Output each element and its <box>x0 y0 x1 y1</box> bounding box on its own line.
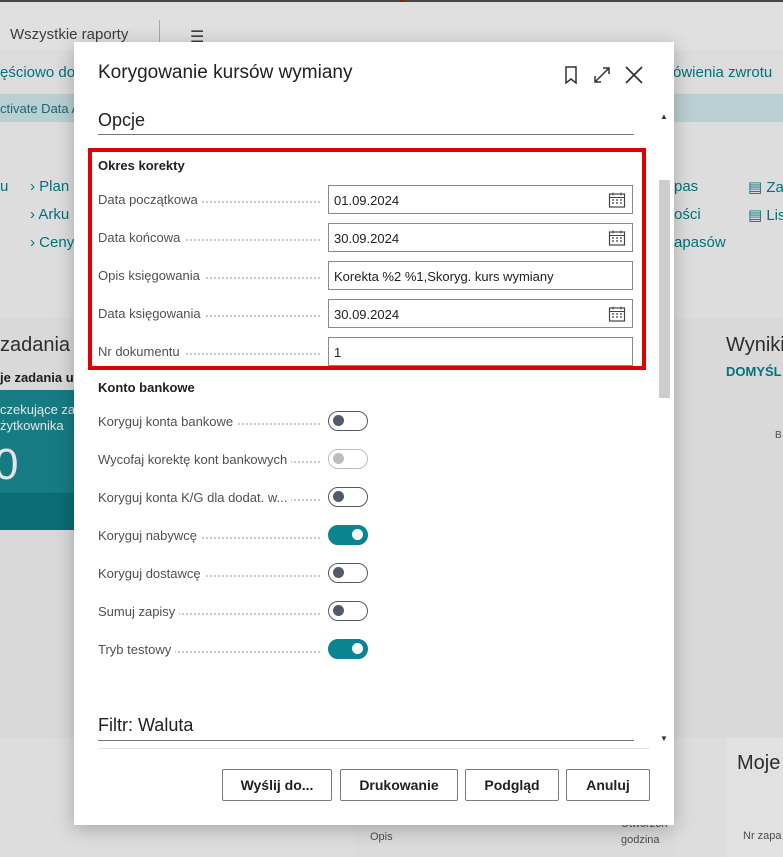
summarize-entries-toggle[interactable] <box>328 601 368 621</box>
adjust-exchange-rates-dialog: Korygowanie kursów wymiany Opcje Okres k… <box>74 42 674 825</box>
cancel-button[interactable]: Anuluj <box>566 769 650 801</box>
start-date-field[interactable]: 01.09.2024 <box>328 185 633 214</box>
toggle-knob <box>333 567 344 578</box>
reverse-bank-adjustment-toggle[interactable] <box>328 449 368 469</box>
toggle-label: Koryguj nabywcę <box>98 528 201 543</box>
preview-button[interactable]: Podgląd <box>465 769 559 801</box>
toggle-row: Sumuj zapisy <box>98 597 634 627</box>
scrollbar-thumb[interactable] <box>659 180 670 398</box>
send-to-button[interactable]: Wyślij do... <box>222 769 332 801</box>
end-date-row: Data końcowa 30.09.2024 <box>98 223 634 253</box>
toggle-knob <box>333 491 344 502</box>
calendar-icon[interactable] <box>608 191 626 209</box>
toggle-knob <box>333 415 344 426</box>
toggle-label: Tryb testowy <box>98 642 176 657</box>
field-value: 30.09.2024 <box>334 307 400 322</box>
bank-group-title: Konto bankowe <box>98 380 195 395</box>
posting-date-field[interactable]: 30.09.2024 <box>328 299 633 328</box>
expand-icon[interactable] <box>591 64 613 86</box>
period-group-title: Okres korekty <box>98 158 185 173</box>
toggle-label: Wycofaj korektę kont bankowych <box>98 452 292 467</box>
calendar-icon[interactable] <box>608 229 626 247</box>
toggle-row: Koryguj nabywcę <box>98 521 634 551</box>
posting-description-row: Opis księgowania Korekta %2 %1,Skoryg. k… <box>98 261 634 291</box>
field-value: 01.09.2024 <box>334 193 400 208</box>
end-date-field[interactable]: 30.09.2024 <box>328 223 633 252</box>
adjust-bank-accounts-toggle[interactable] <box>328 411 368 431</box>
options-section-title[interactable]: Opcje <box>98 110 145 131</box>
test-mode-toggle[interactable] <box>328 639 368 659</box>
toggle-knob <box>333 453 344 464</box>
document-no-row: Nr dokumentu 1 <box>98 337 634 367</box>
document-no-field[interactable]: 1 <box>328 337 633 366</box>
toggle-knob <box>333 605 344 616</box>
posting-description-field[interactable]: Korekta %2 %1,Skoryg. kurs wymiany <box>328 261 633 290</box>
filter-section-title[interactable]: Filtr: Waluta <box>98 715 193 736</box>
field-label: Nr dokumentu <box>98 344 184 359</box>
calendar-icon[interactable] <box>608 305 626 323</box>
toggle-row: Koryguj konta bankowe <box>98 407 634 437</box>
bookmark-icon[interactable] <box>560 64 582 86</box>
field-label: Data księgowania <box>98 306 205 321</box>
toggle-row: Wycofaj korektę kont bankowych <box>98 445 634 475</box>
adjust-gl-accounts-toggle[interactable] <box>328 487 368 507</box>
toggle-knob <box>352 529 363 540</box>
scroll-down-arrow-icon[interactable]: ▼ <box>660 734 668 743</box>
toggle-label: Koryguj dostawcę <box>98 566 205 581</box>
close-icon[interactable] <box>623 64 645 86</box>
toggle-label: Koryguj konta K/G dla dodat. w... <box>98 490 292 505</box>
dialog-content: Opcje Okres korekty Data początkowa 01.0… <box>74 106 674 751</box>
field-value: Korekta %2 %1,Skoryg. kurs wymiany <box>334 269 554 284</box>
field-value: 30.09.2024 <box>334 231 400 246</box>
field-label: Data końcowa <box>98 230 185 245</box>
adjust-customer-toggle[interactable] <box>328 525 368 545</box>
toggle-knob <box>352 643 363 654</box>
section-divider <box>98 134 634 135</box>
scroll-up-arrow-icon[interactable]: ▲ <box>660 112 668 121</box>
print-button[interactable]: Drukowanie <box>340 769 458 801</box>
footer-divider <box>98 748 650 749</box>
start-date-row: Data początkowa 01.09.2024 <box>98 185 634 215</box>
scrollbar[interactable]: ▲ ▼ <box>656 106 672 751</box>
toggle-row: Tryb testowy <box>98 635 634 665</box>
field-label: Opis księgowania <box>98 268 204 283</box>
field-label: Data początkowa <box>98 192 202 207</box>
adjust-vendor-toggle[interactable] <box>328 563 368 583</box>
section-divider <box>98 740 634 741</box>
toggle-label: Sumuj zapisy <box>98 604 180 619</box>
field-value: 1 <box>334 345 342 360</box>
dialog-title: Korygowanie kursów wymiany <box>98 62 353 83</box>
toggle-label: Koryguj konta bankowe <box>98 414 238 429</box>
toggle-row: Koryguj dostawcę <box>98 559 634 589</box>
posting-date-row: Data księgowania 30.09.2024 <box>98 299 634 329</box>
toggle-row: Koryguj konta K/G dla dodat. w... <box>98 483 634 513</box>
